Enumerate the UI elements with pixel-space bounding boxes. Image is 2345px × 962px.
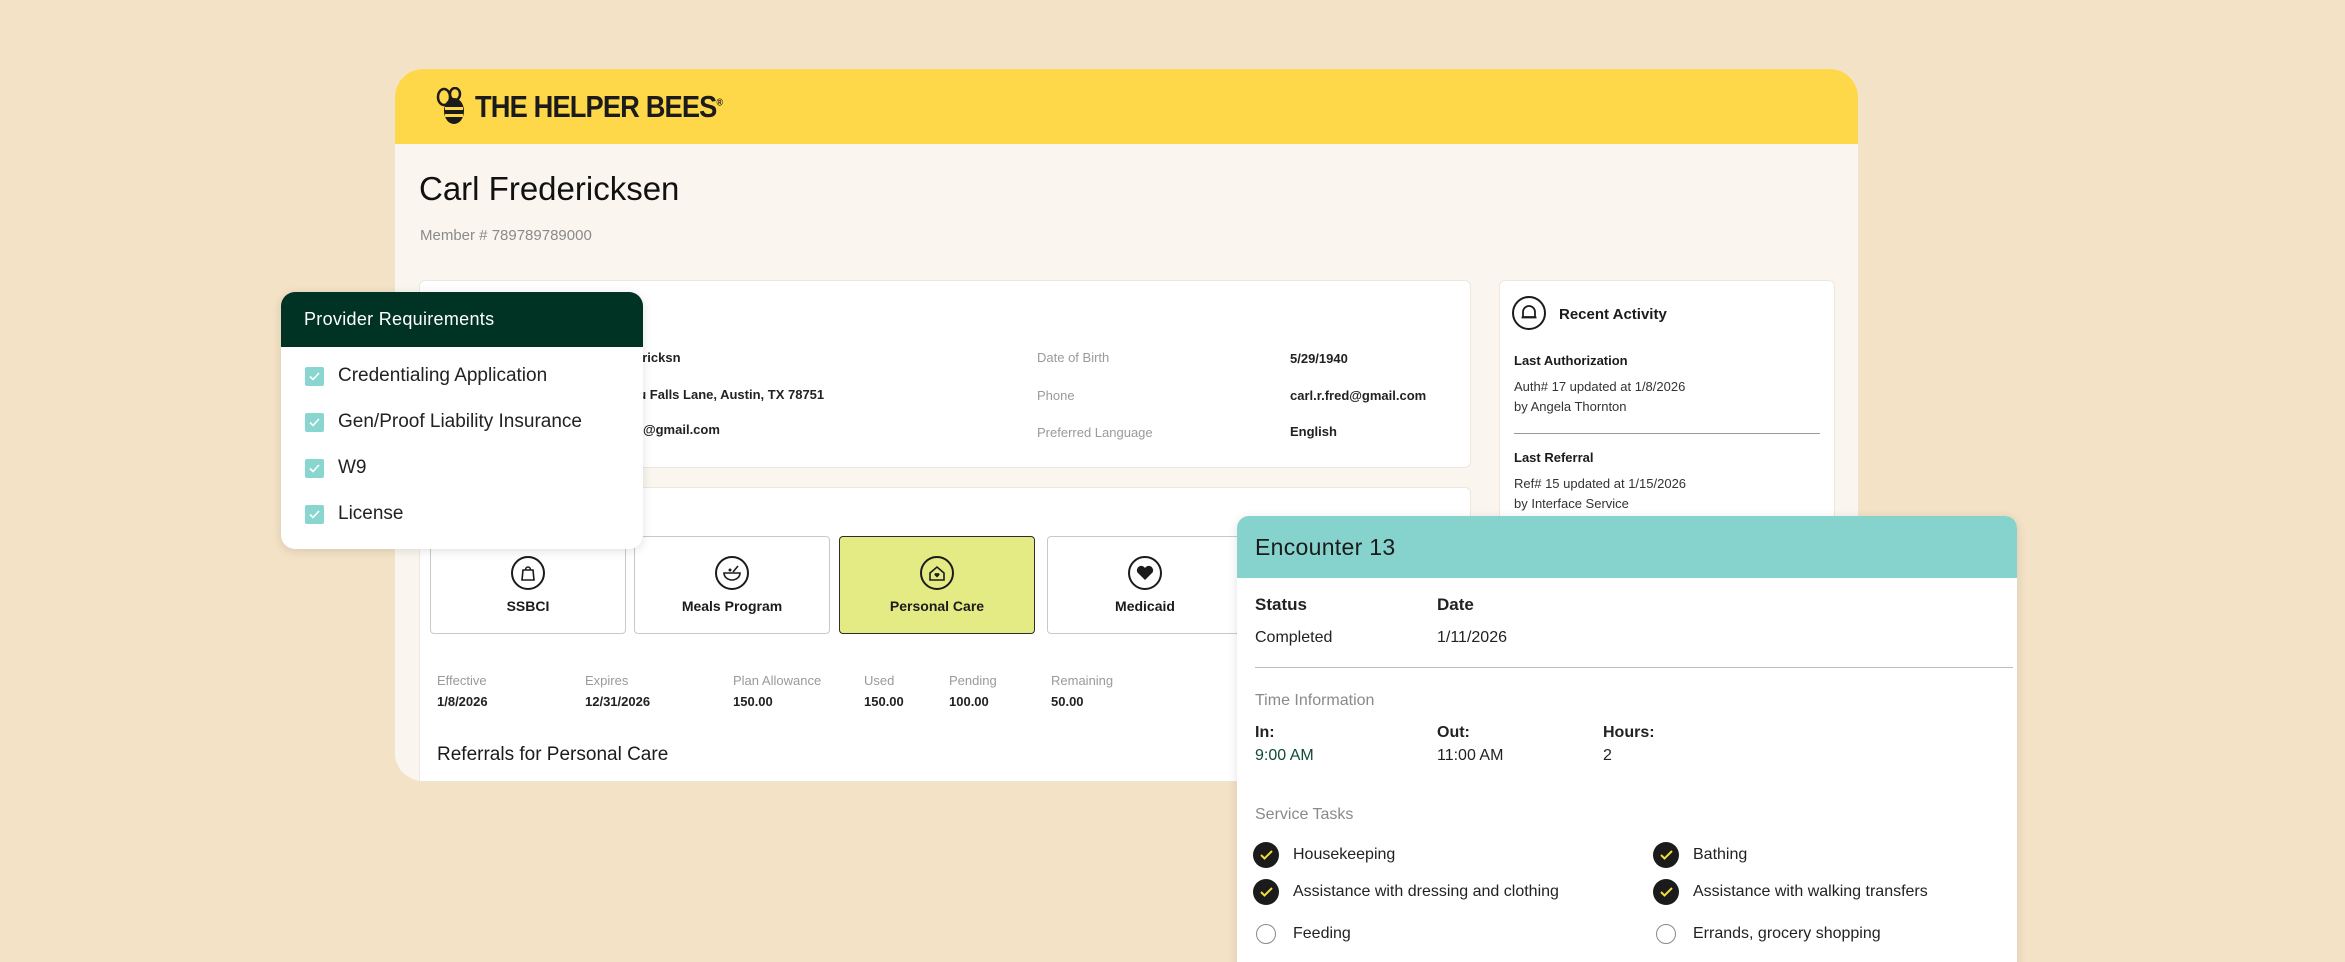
check-circle-icon[interactable] xyxy=(1653,842,1679,868)
task-label: Bathing xyxy=(1693,846,1748,863)
task-label: Errands, grocery shopping xyxy=(1693,925,1881,942)
member-email: d@gmail.com xyxy=(635,422,720,437)
service-task[interactable]: Bathing xyxy=(1653,842,1747,868)
app-header: THE HELPER BEES® xyxy=(395,69,1858,144)
program-tile-meals[interactable]: Meals Program xyxy=(634,536,830,634)
time-out-label: Out: xyxy=(1437,724,1470,741)
time-in-label: In: xyxy=(1255,724,1275,741)
heart-icon xyxy=(1128,556,1162,590)
checkbox-checked-icon[interactable] xyxy=(305,412,324,432)
brand-logo[interactable]: THE HELPER BEES® xyxy=(435,86,756,127)
provider-requirements-title: Provider Requirements xyxy=(281,292,643,347)
allowance-value: 150.00 xyxy=(733,694,773,709)
requirement-item[interactable]: W9 xyxy=(305,457,367,479)
task-label: Feeding xyxy=(1293,925,1351,942)
checkbox-checked-icon[interactable] xyxy=(305,504,324,524)
recent-activity-title: Recent Activity xyxy=(1559,306,1667,323)
last-referral-detail[interactable]: Ref# 15 updated at 1/15/2026 xyxy=(1514,476,1686,491)
member-name: Carl Fredericksen xyxy=(419,170,680,207)
requirement-label: W9 xyxy=(338,457,367,478)
encounter-title: Encounter 13 xyxy=(1237,516,2017,578)
bell-icon xyxy=(1512,296,1546,330)
remaining-value: 50.00 xyxy=(1051,694,1084,709)
program-tile-medicaid[interactable]: Medicaid xyxy=(1047,536,1243,634)
service-task[interactable]: Housekeeping xyxy=(1253,842,1395,868)
date-value: 1/11/2026 xyxy=(1437,629,1507,646)
service-task[interactable]: Assistance with walking transfers xyxy=(1653,879,1928,905)
language-label: Preferred Language xyxy=(1037,425,1153,440)
encounter-panel: Encounter 13 Status Completed Date 1/11/… xyxy=(1237,516,2017,962)
requirement-label: Credentialing Application xyxy=(338,365,548,386)
provider-requirements-panel: Provider Requirements Credentialing Appl… xyxy=(281,292,643,549)
date-label: Date xyxy=(1437,595,1474,614)
referrals-title: Referrals for Personal Care xyxy=(437,744,669,765)
program-label: SSBCI xyxy=(506,598,550,614)
expires-value: 12/31/2026 xyxy=(585,694,651,709)
program-tile-ssbci[interactable]: SSBCI xyxy=(430,536,626,634)
program-label: Personal Care xyxy=(889,598,985,614)
service-task[interactable]: Errands, grocery shopping xyxy=(1653,924,1881,944)
requirement-item[interactable]: Gen/Proof Liability Insurance xyxy=(305,411,582,433)
pending-value: 100.00 xyxy=(949,694,989,709)
bee-logo-icon xyxy=(436,86,464,124)
home-heart-icon xyxy=(920,556,954,590)
hours-label: Hours: xyxy=(1603,724,1655,741)
dob-value: 5/29/1940 xyxy=(1290,351,1348,366)
task-label: Housekeeping xyxy=(1293,846,1396,863)
meal-bowl-icon xyxy=(715,556,749,590)
last-referral-title: Last Referral xyxy=(1514,450,1594,465)
program-label: Meals Program xyxy=(681,598,783,614)
activity-divider xyxy=(1514,433,1820,434)
phone-value: carl.r.fred@gmail.com xyxy=(1290,388,1427,403)
task-label: Assistance with walking transfers xyxy=(1693,883,1928,900)
requirement-item[interactable]: Credentialing Application xyxy=(305,365,547,387)
remaining-label: Remaining xyxy=(1051,673,1114,688)
task-label: Assistance with dressing and clothing xyxy=(1293,883,1559,900)
language-value: English xyxy=(1290,424,1337,439)
dob-label: Date of Birth xyxy=(1037,350,1110,365)
member-address: au Falls Lane, Austin, TX 78751 xyxy=(631,387,825,402)
last-authorization-detail[interactable]: Auth# 17 updated at 1/8/2026 xyxy=(1514,379,1685,394)
time-in-value: 9:00 AM xyxy=(1255,747,1314,764)
effective-label: Effective xyxy=(437,673,487,688)
effective-value: 1/8/2026 xyxy=(437,694,488,709)
last-referral-by: by Interface Service xyxy=(1514,496,1629,511)
check-circle-icon[interactable] xyxy=(1253,879,1279,905)
service-task[interactable]: Feeding xyxy=(1253,924,1351,944)
requirement-item[interactable]: License xyxy=(305,503,404,525)
pending-label: Pending xyxy=(949,673,997,688)
last-authorization-title: Last Authorization xyxy=(1514,353,1628,368)
used-label: Used xyxy=(864,673,895,688)
check-circle-icon[interactable] xyxy=(1253,842,1279,868)
encounter-divider xyxy=(1255,667,2013,668)
requirement-label: Gen/Proof Liability Insurance xyxy=(338,411,582,432)
time-information-title: Time Information xyxy=(1255,692,1375,709)
check-circle-icon[interactable] xyxy=(1653,879,1679,905)
allowance-label: Plan Allowance xyxy=(733,673,822,688)
used-value: 150.00 xyxy=(864,694,904,709)
bag-icon xyxy=(511,556,545,590)
program-tile-personal-care[interactable]: Personal Care xyxy=(839,536,1035,634)
time-out-value: 11:00 AM xyxy=(1437,747,1504,764)
service-task[interactable]: Assistance with dressing and clothing xyxy=(1253,879,1559,905)
empty-circle-icon[interactable] xyxy=(1256,924,1276,944)
member-id: Member # 789789789000 xyxy=(420,227,592,244)
service-tasks-title: Service Tasks xyxy=(1255,806,1354,823)
last-authorization-by: by Angela Thornton xyxy=(1514,399,1627,414)
status-value: Completed xyxy=(1255,629,1333,646)
checkbox-checked-icon[interactable] xyxy=(305,458,324,478)
status-label: Status xyxy=(1255,595,1307,614)
hours-value: 2 xyxy=(1603,747,1612,764)
phone-label: Phone xyxy=(1037,388,1075,403)
empty-circle-icon[interactable] xyxy=(1656,924,1676,944)
brand-name: THE HELPER BEES® xyxy=(475,88,723,124)
requirement-label: License xyxy=(338,503,404,524)
expires-label: Expires xyxy=(585,673,629,688)
checkbox-checked-icon[interactable] xyxy=(305,366,324,386)
program-label: Medicaid xyxy=(1115,598,1175,614)
